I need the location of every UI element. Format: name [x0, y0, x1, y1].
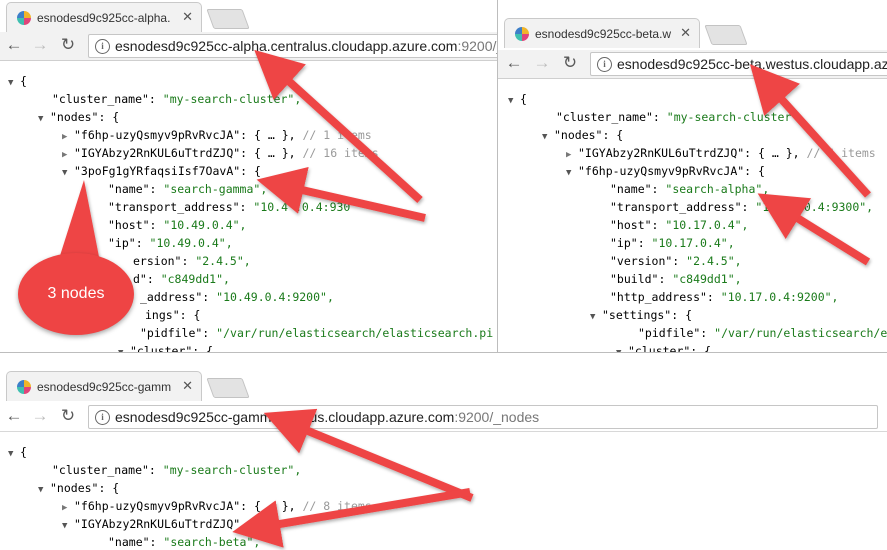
tab-strip: esnodesd9c925cc-beta.w ✕ [498, 16, 887, 48]
expand-toggle-icon[interactable]: ▶ [62, 150, 74, 160]
collapse-toggle-icon[interactable]: ▼ [590, 312, 602, 322]
reload-icon[interactable]: ↻ [560, 53, 580, 73]
browser-window-beta: esnodesd9c925cc-beta.w ✕ ← → ↻ i esnodes… [497, 0, 887, 352]
info-icon[interactable]: i [95, 410, 110, 425]
forward-icon[interactable]: → [30, 406, 50, 426]
close-icon[interactable]: ✕ [182, 378, 193, 394]
collapse-toggle-icon[interactable]: ▼ [508, 96, 520, 106]
address-bar[interactable]: i esnodesd9c925cc-gamma.eastus.cloudapp.… [88, 405, 878, 429]
collapse-toggle-icon[interactable]: ▼ [62, 168, 74, 178]
collapse-toggle-icon[interactable]: ▼ [8, 78, 20, 88]
forward-icon[interactable]: → [30, 35, 50, 55]
back-icon[interactable]: ← [4, 406, 24, 426]
tab-strip: esnodesd9c925cc-gamm ✕ [0, 369, 887, 401]
expand-toggle-icon[interactable]: ▶ [62, 132, 74, 142]
url-text: esnodesd9c925cc-beta.westus.cloudapp.azu… [617, 56, 887, 72]
json-viewer: ▼{ "cluster_name": "my-search-cluster", … [8, 445, 372, 549]
tab-title: esnodesd9c925cc-beta.w [535, 27, 672, 41]
close-icon[interactable]: ✕ [182, 9, 193, 25]
browser-tab[interactable]: esnodesd9c925cc-beta.w ✕ [504, 18, 700, 48]
collapse-toggle-icon[interactable]: ▼ [8, 449, 20, 459]
browser-toolbar: ← → ↻ i esnodesd9c925cc-beta.westus.clou… [498, 50, 887, 79]
forward-icon[interactable]: → [532, 53, 552, 73]
browser-toolbar: ← → ↻ i esnodesd9c925cc-gamma.eastus.clo… [0, 403, 887, 432]
collapse-toggle-icon[interactable]: ▼ [542, 132, 554, 142]
address-bar[interactable]: i esnodesd9c925cc-beta.westus.cloudapp.a… [590, 52, 887, 76]
reload-icon[interactable]: ↻ [58, 406, 78, 426]
address-bar[interactable]: i esnodesd9c925cc-alpha.centralus.clouda… [88, 34, 497, 58]
elastic-favicon-icon [17, 11, 31, 25]
browser-window-gamma: esnodesd9c925cc-gamm ✕ ← → ↻ i esnodesd9… [0, 352, 887, 550]
browser-tab[interactable]: esnodesd9c925cc-gamm ✕ [6, 371, 202, 401]
nodes-count-callout: 3 nodes [18, 253, 134, 335]
tab-strip: esnodesd9c925cc-alpha. ✕ [0, 0, 497, 32]
collapse-toggle-icon[interactable]: ▼ [62, 521, 74, 531]
reload-icon[interactable]: ↻ [58, 35, 78, 55]
callout-label: 3 nodes [47, 285, 105, 302]
back-icon[interactable]: ← [504, 53, 524, 73]
new-tab-button[interactable] [704, 25, 748, 45]
elastic-favicon-icon [515, 27, 529, 41]
collapse-toggle-icon[interactable]: ▼ [38, 485, 50, 495]
expand-toggle-icon[interactable]: ▶ [62, 503, 74, 513]
expand-toggle-icon[interactable]: ▶ [566, 150, 578, 160]
browser-tab[interactable]: esnodesd9c925cc-alpha. ✕ [6, 2, 202, 32]
url-text: esnodesd9c925cc-gamma.eastus.cloudapp.az… [115, 409, 540, 425]
info-icon[interactable]: i [597, 57, 612, 72]
collapse-toggle-icon[interactable]: ▼ [38, 114, 50, 124]
tab-title: esnodesd9c925cc-gamm [37, 380, 172, 394]
url-text: esnodesd9c925cc-alpha.centralus.cloudapp… [115, 38, 497, 54]
elastic-favicon-icon [17, 380, 31, 394]
close-icon[interactable]: ✕ [680, 25, 691, 41]
info-icon[interactable]: i [95, 39, 110, 54]
new-tab-button[interactable] [206, 9, 250, 29]
collapse-toggle-icon[interactable]: ▼ [566, 168, 578, 178]
back-icon[interactable]: ← [4, 35, 24, 55]
new-tab-button[interactable] [206, 378, 250, 398]
browser-toolbar: ← → ↻ i esnodesd9c925cc-alpha.centralus.… [0, 32, 497, 61]
tab-title: esnodesd9c925cc-alpha. [37, 11, 171, 25]
json-viewer: ▼{ "cluster_name": "my-search-cluster" ▼… [498, 80, 887, 352]
